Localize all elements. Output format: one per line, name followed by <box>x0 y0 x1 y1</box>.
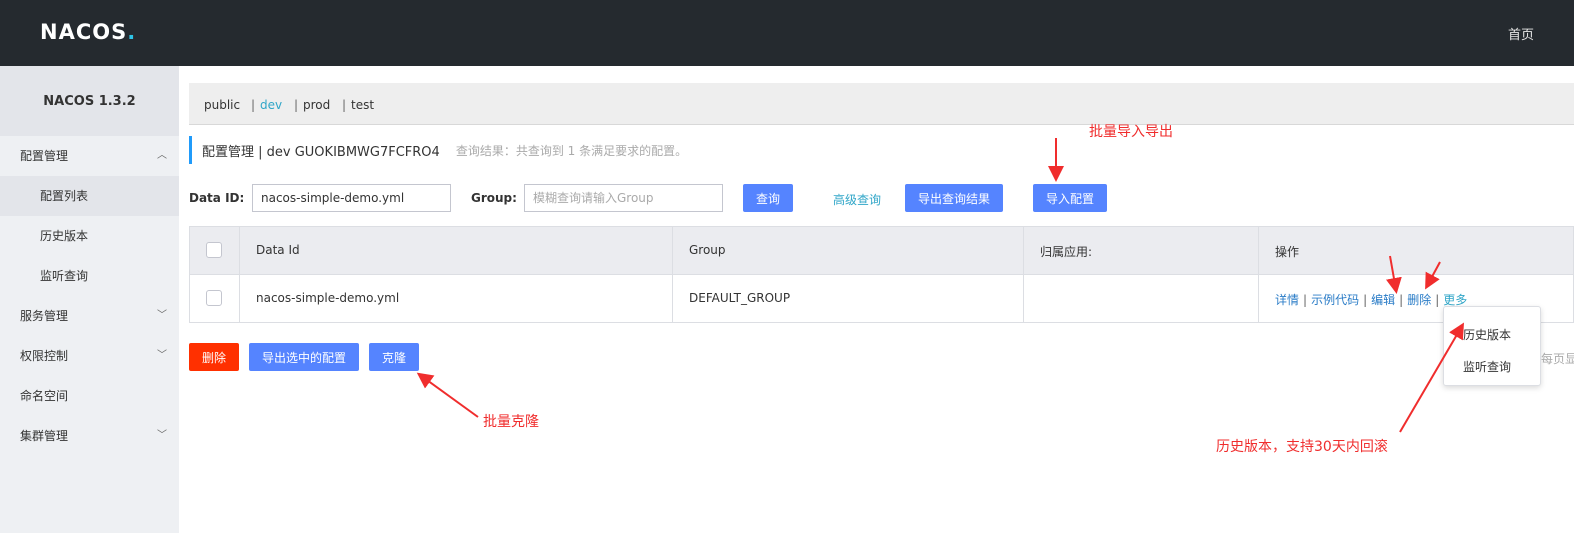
sidebar-item-label: 命名空间 <box>20 389 69 403</box>
import-config-button[interactable]: 导入配置 <box>1033 184 1107 212</box>
page-title: 配置管理 | dev GUOKIBMWG7FCFRO4 查询结果：共查询到 1 … <box>189 136 687 164</box>
export-selected-button[interactable]: 导出选中的配置 <box>249 343 359 371</box>
edit-link[interactable]: 编辑 <box>1371 293 1395 307</box>
namespace-prod[interactable]: prod <box>303 98 330 112</box>
top-navbar: NACOS. 首页 <box>0 0 1574 66</box>
chevron-down-icon: ﹀ <box>157 310 167 321</box>
namespace-separator: | <box>251 98 256 112</box>
annotation-history-rollback: 历史版本，支持30天内回滚 <box>1216 439 1388 455</box>
header-app: 归属应用: <box>1024 227 1259 274</box>
clone-button[interactable]: 克隆 <box>369 343 419 371</box>
chevron-up-icon: ︿ <box>157 150 167 161</box>
row-group: DEFAULT_GROUP <box>689 291 791 305</box>
header-ops: 操作 <box>1259 227 1574 274</box>
sidebar-item-label: 历史版本 <box>40 229 89 243</box>
annotation-batch-clone: 批量克隆 <box>483 414 539 430</box>
menu-item-listener-query[interactable]: 监听查询 <box>1463 358 1511 375</box>
namespace-test[interactable]: test <box>351 98 374 112</box>
home-link[interactable]: 首页 <box>1508 24 1534 43</box>
row-ops: 详情 | 示例代码 | 编辑 | 删除 | 更多 <box>1275 291 1467 308</box>
dataid-label: Data ID: <box>189 191 245 205</box>
header-ops-label: 操作 <box>1275 245 1300 259</box>
more-link[interactable]: 更多 <box>1443 293 1467 307</box>
row-dataid: nacos-simple-demo.yml <box>256 291 400 305</box>
sidebar-item-listener-query[interactable]: 监听查询 <box>0 256 179 296</box>
sidebar-title: NACOS 1.3.2 <box>0 66 179 136</box>
export-query-results-button[interactable]: 导出查询结果 <box>905 184 1003 212</box>
batch-delete-button[interactable]: 删除 <box>189 343 239 371</box>
header-checkbox-cell <box>190 227 240 274</box>
header-app-label: 归属应用: <box>1040 245 1093 259</box>
sidebar-item-cluster-management[interactable]: 集群管理 ﹀ <box>0 416 179 456</box>
annotation-batch-import-export: 批量导入导出 <box>1089 124 1173 140</box>
sidebar-item-config-management[interactable]: 配置管理 ︿ <box>0 136 179 176</box>
row-app-cell <box>1024 275 1259 323</box>
logo-dot: . <box>127 20 137 44</box>
query-result-hint: 查询结果：共查询到 1 条满足要求的配置。 <box>455 143 688 158</box>
namespace-dev[interactable]: dev <box>260 98 282 112</box>
sample-code-link[interactable]: 示例代码 <box>1311 293 1359 307</box>
ops-separator: | <box>1435 293 1440 307</box>
query-button[interactable]: 查询 <box>743 184 793 212</box>
delete-link[interactable]: 删除 <box>1407 293 1431 307</box>
arrow-to-clone <box>416 372 479 418</box>
sidebar-item-config-list[interactable]: 配置列表 <box>0 176 179 216</box>
sidebar-item-label: 配置列表 <box>40 189 89 203</box>
sidebar-item-namespace[interactable]: 命名空间 <box>0 376 179 416</box>
row-checkbox[interactable] <box>206 290 222 306</box>
menu-item-history[interactable]: 历史版本 <box>1463 326 1511 343</box>
sidebar-item-label: 服务管理 <box>20 309 69 323</box>
sidebar-item-label: 配置管理 <box>20 149 69 163</box>
dataid-input[interactable] <box>252 184 451 212</box>
namespace-separator: | <box>342 98 347 112</box>
sidebar-item-label: 监听查询 <box>40 269 89 283</box>
row-checkbox-cell <box>190 275 240 323</box>
header-group: Group <box>673 227 1024 274</box>
sidebar: NACOS 1.3.2 配置管理 ︿ 配置列表 历史版本 监听查询 服务管理 ﹀… <box>0 66 179 533</box>
namespace-bar: public | dev | prod | test <box>189 83 1574 125</box>
row-dataid-cell: nacos-simple-demo.yml <box>240 275 673 323</box>
sidebar-item-label: 集群管理 <box>20 429 69 443</box>
sidebar-item-history[interactable]: 历史版本 <box>0 216 179 256</box>
logo-text: NACOS <box>40 20 128 44</box>
page-title-text: 配置管理 | dev GUOKIBMWG7FCFRO4 <box>202 144 440 160</box>
group-label: Group: <box>471 191 517 205</box>
ops-separator: | <box>1363 293 1368 307</box>
sidebar-item-service-management[interactable]: 服务管理 ﹀ <box>0 296 179 336</box>
header-dataid: Data Id <box>240 227 673 274</box>
ops-separator: | <box>1399 293 1404 307</box>
table-header: Data Id Group 归属应用: 操作 <box>190 227 1573 275</box>
namespace-separator: | <box>294 98 299 112</box>
nacos-logo[interactable]: NACOS. <box>40 20 136 44</box>
header-dataid-label: Data Id <box>256 243 300 257</box>
row-group-cell: DEFAULT_GROUP <box>673 275 1024 323</box>
chevron-down-icon: ﹀ <box>157 430 167 441</box>
sidebar-item-access-control[interactable]: 权限控制 ﹀ <box>0 336 179 376</box>
ops-separator: | <box>1303 293 1308 307</box>
select-all-checkbox[interactable] <box>206 242 222 258</box>
group-input[interactable] <box>524 184 723 212</box>
more-dropdown-menu: 历史版本 监听查询 <box>1443 306 1541 386</box>
detail-link[interactable]: 详情 <box>1275 293 1299 307</box>
namespace-public[interactable]: public <box>204 98 240 112</box>
advanced-query-link[interactable]: 高级查询 <box>833 191 881 208</box>
header-group-label: Group <box>689 243 726 257</box>
page-size-label: 每页显 <box>1541 352 1574 366</box>
chevron-down-icon: ﹀ <box>157 350 167 361</box>
config-table: Data Id Group 归属应用: 操作 nacos-simple-demo… <box>189 226 1574 323</box>
sidebar-item-label: 权限控制 <box>20 349 69 363</box>
